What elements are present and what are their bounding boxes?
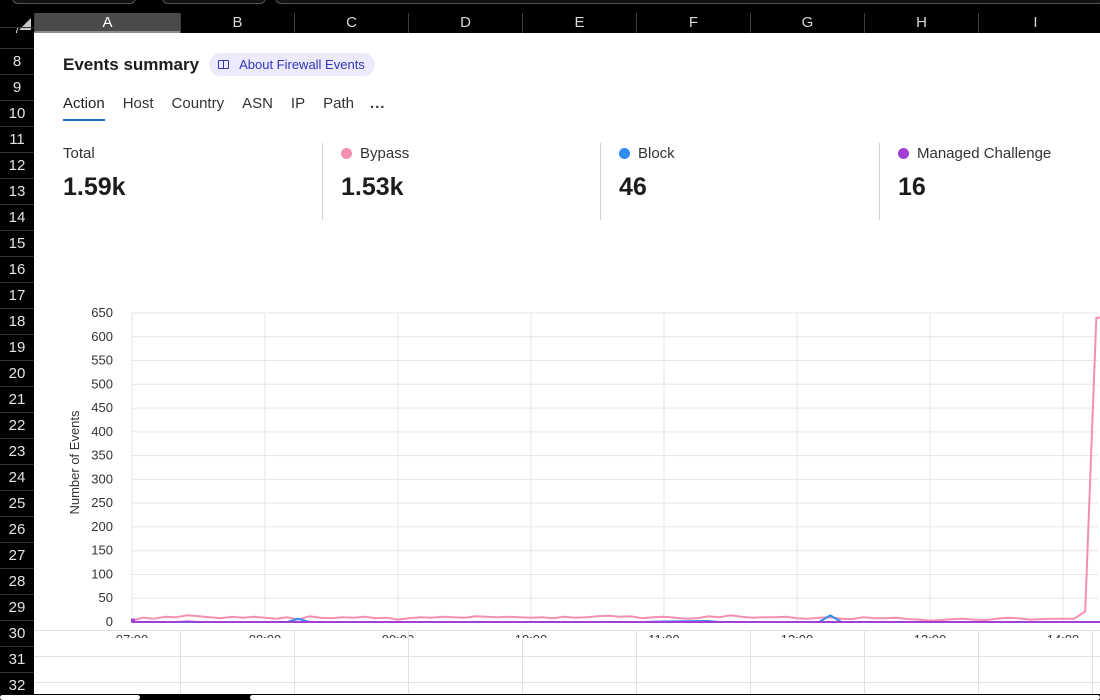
formula-bar[interactable]: [275, 0, 1100, 4]
tab-action[interactable]: Action: [63, 95, 105, 121]
column-header-d[interactable]: D: [408, 13, 522, 33]
row-header-20[interactable]: 20: [0, 360, 34, 386]
column-header-h[interactable]: H: [864, 13, 978, 33]
tab-country[interactable]: Country: [172, 95, 225, 121]
column-header-g[interactable]: G: [750, 13, 864, 33]
stat-managed-challenge[interactable]: Managed Challenge 16: [898, 143, 1051, 220]
row-header-22[interactable]: 22: [0, 412, 34, 438]
row-header-30[interactable]: 30: [0, 620, 34, 646]
events-line-chart[interactable]: 0501001502002503003504004505005506006500…: [34, 263, 1100, 638]
y-tick-label: 200: [91, 519, 113, 534]
y-tick-label: 350: [91, 448, 113, 463]
stat-value: 46: [619, 173, 647, 201]
row-header-24[interactable]: 24: [0, 464, 34, 490]
y-tick-label: 100: [91, 566, 113, 581]
tab-pill[interactable]: [162, 0, 266, 4]
row-header-25[interactable]: 25: [0, 490, 34, 516]
column-header-i[interactable]: I: [978, 13, 1092, 33]
stat-label: Bypass: [360, 144, 410, 162]
y-tick-label: 0: [106, 614, 113, 629]
y-tick-label: 250: [91, 495, 113, 510]
row-header-17[interactable]: 17: [0, 282, 34, 308]
y-tick-label: 400: [91, 424, 113, 439]
more-tabs-button[interactable]: ...: [370, 95, 386, 121]
y-tick-label: 300: [91, 471, 113, 486]
stat-block[interactable]: Block 46: [619, 143, 675, 220]
column-header-c[interactable]: C: [294, 13, 408, 33]
tab-host[interactable]: Host: [123, 95, 154, 121]
group-by-tabs: Action Host Country ASN IP Path ...: [63, 95, 385, 121]
stat-label: Block: [638, 144, 675, 162]
y-tick-label: 50: [99, 590, 113, 605]
row-header-19[interactable]: 19: [0, 334, 34, 360]
y-tick-label: 450: [91, 400, 113, 415]
row-header-21[interactable]: 21: [0, 386, 34, 412]
window-bottom-strip: [0, 694, 1100, 700]
y-tick-label: 600: [91, 329, 113, 344]
row-header-8[interactable]: 8: [0, 48, 34, 74]
row-header-7[interactable]: 7: [0, 27, 34, 35]
row-header-12[interactable]: 12: [0, 152, 34, 178]
y-tick-label: 500: [91, 376, 113, 391]
y-tick-label: 150: [91, 543, 113, 558]
row-header-16[interactable]: 16: [0, 256, 34, 282]
sheet-area: Events summary About Firewall Events Act…: [34, 33, 1100, 694]
about-label: About Firewall Events: [239, 57, 365, 72]
block-dot: [619, 147, 630, 159]
column-header-e[interactable]: E: [522, 13, 636, 33]
stat-label: Total: [63, 144, 95, 162]
page-title: Events summary: [63, 54, 200, 74]
series-start-marker: [131, 618, 135, 623]
row-header-29[interactable]: 29: [0, 594, 34, 620]
row-header-18[interactable]: 18: [0, 308, 34, 334]
series-line-managed-challenge[interactable]: [132, 620, 1100, 623]
stat-total: Total 1.59k: [63, 143, 126, 220]
row-header-26[interactable]: 26: [0, 516, 34, 542]
row-headers: 7 8 9 10 11 12 13 14 15 16 17 18 19 20 21 22 23 24 25 26 27 2…: [0, 27, 34, 700]
row-header-14[interactable]: 14: [0, 204, 34, 230]
row-header-9[interactable]: 9: [0, 74, 34, 100]
book-icon: [218, 60, 230, 69]
stat-divider: [322, 143, 323, 220]
tab-ip[interactable]: IP: [291, 95, 305, 121]
tab-path[interactable]: Path: [323, 95, 354, 121]
stat-value: 1.59k: [63, 173, 126, 201]
about-firewall-events-link[interactable]: About Firewall Events: [209, 53, 375, 76]
stat-label: Managed Challenge: [917, 144, 1052, 162]
y-tick-label: 650: [91, 305, 113, 320]
row-header-27[interactable]: 27: [0, 542, 34, 568]
tab-pill[interactable]: [12, 0, 136, 4]
managed-challenge-dot: [898, 147, 909, 159]
stat-value: 1.53k: [341, 173, 404, 201]
window-top-strip: [0, 0, 1100, 13]
column-header-a[interactable]: A: [34, 13, 180, 33]
y-tick-label: 550: [91, 353, 113, 368]
summary-header: Events summary About Firewall Events: [63, 53, 375, 76]
row-header-31[interactable]: 31: [0, 646, 34, 672]
stat-bypass[interactable]: Bypass 1.53k: [341, 143, 409, 220]
stat-divider: [600, 143, 601, 220]
bypass-dot: [341, 147, 352, 159]
row-header-23[interactable]: 23: [0, 438, 34, 464]
empty-cells[interactable]: [34, 630, 1100, 694]
y-axis-label: Number of Events: [67, 410, 82, 515]
column-header-b[interactable]: B: [180, 13, 294, 33]
series-line-bypass[interactable]: [131, 316, 1100, 622]
row-header-28[interactable]: 28: [0, 568, 34, 594]
row-header-15[interactable]: 15: [0, 230, 34, 256]
stat-divider: [879, 143, 880, 220]
row-header-11[interactable]: 11: [0, 126, 34, 152]
stats-row: Total 1.59k Bypass 1.53k Block 46 Manage…: [34, 143, 1100, 220]
row-header-10[interactable]: 10: [0, 100, 34, 126]
column-header-f[interactable]: F: [636, 13, 750, 33]
row-header-13[interactable]: 13: [0, 178, 34, 204]
tab-asn[interactable]: ASN: [242, 95, 273, 121]
stat-value: 16: [898, 173, 926, 201]
column-headers: ABCDEFGHI: [34, 13, 1100, 33]
